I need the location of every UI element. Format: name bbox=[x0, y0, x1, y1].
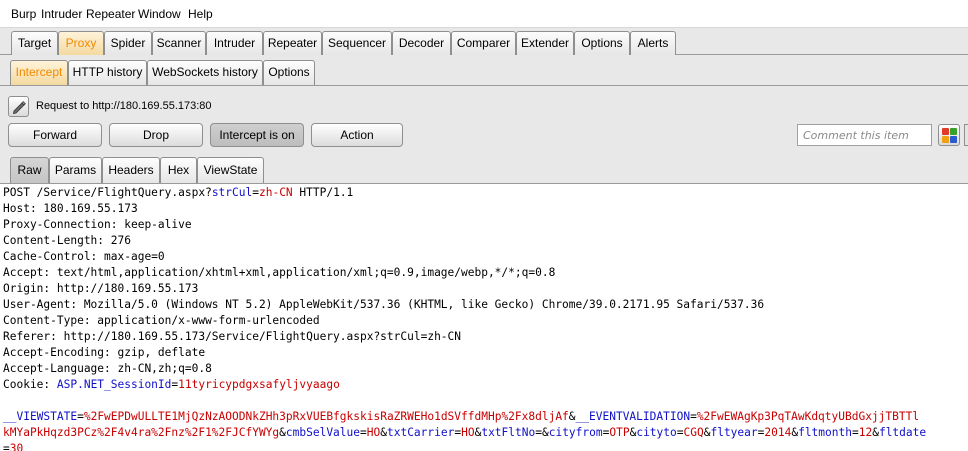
tab-viewstate[interactable]: ViewState bbox=[197, 157, 264, 183]
cookie-line: Cookie: ASP.NET_SessionId=11tyricypdgxsa… bbox=[3, 378, 340, 391]
tab-proxy[interactable]: Proxy bbox=[58, 31, 104, 55]
body-token: & bbox=[279, 426, 286, 439]
tab-proxy-options[interactable]: Options bbox=[263, 60, 315, 85]
header-line: Content-Type: application/x-www-form-url… bbox=[3, 314, 320, 327]
tab-alerts[interactable]: Alerts bbox=[630, 31, 676, 55]
body-token: = bbox=[851, 426, 859, 439]
tab-headers[interactable]: Headers bbox=[102, 157, 160, 183]
menu-help[interactable]: Help bbox=[188, 7, 213, 21]
header-line: Accept-Language: zh-CN,zh;q=0.8 bbox=[3, 362, 212, 375]
body-token: & bbox=[380, 426, 387, 439]
body-token: & bbox=[872, 426, 879, 439]
body-token: txtCarrier bbox=[386, 426, 455, 439]
body-token: = bbox=[3, 442, 10, 451]
main-tab-bar: Target Proxy Spider Scanner Intruder Rep… bbox=[0, 28, 968, 55]
body-token: __VIEWSTATE bbox=[3, 410, 78, 423]
body-token: kMYaPkHqzd3PCz%2F4v4ra%2Fnz%2F1%2FJCfYWY… bbox=[3, 426, 280, 439]
body-token: 30 bbox=[9, 442, 24, 451]
tab-intruder[interactable]: Intruder bbox=[206, 31, 263, 55]
comment-input[interactable] bbox=[797, 124, 932, 146]
menu-bar: Burp Intruder Repeater Window Help bbox=[0, 0, 968, 28]
header-line: Referer: http://180.169.55.173/Service/F… bbox=[3, 330, 462, 343]
intercept-toggle-button[interactable]: Intercept is on bbox=[210, 123, 304, 147]
tab-spider[interactable]: Spider bbox=[104, 31, 152, 55]
body-token: 12 bbox=[858, 426, 873, 439]
body-token: = bbox=[676, 426, 684, 439]
body-token: fltmonth bbox=[798, 426, 852, 439]
body-token: CGQ bbox=[683, 426, 704, 439]
body-token: = bbox=[360, 426, 367, 439]
forward-button[interactable]: Forward bbox=[8, 123, 102, 147]
request-line: POST /Service/FlightQuery.aspx?strCul=zh… bbox=[3, 186, 354, 199]
body-line: __VIEWSTATE=%2FwEPDwULLTE1MjQzNzAOODNkZH… bbox=[3, 409, 967, 425]
pencil-icon bbox=[12, 101, 26, 115]
body-token: cityto bbox=[636, 426, 677, 439]
tab-intercept[interactable]: Intercept bbox=[10, 60, 68, 85]
body-token: HO bbox=[366, 426, 381, 439]
header-line: Content-Length: 276 bbox=[3, 234, 131, 247]
edit-request-button[interactable] bbox=[8, 96, 29, 117]
header-line: Proxy-Connection: keep-alive bbox=[3, 218, 192, 231]
header-line: Cache-Control: max-age=0 bbox=[3, 250, 165, 263]
tab-websockets-history[interactable]: WebSockets history bbox=[147, 60, 263, 85]
tab-decoder[interactable]: Decoder bbox=[392, 31, 451, 55]
tab-params[interactable]: Params bbox=[49, 157, 102, 183]
tab-sequencer[interactable]: Sequencer bbox=[322, 31, 392, 55]
request-target-label: Request to http://180.169.55.173:80 bbox=[36, 100, 212, 112]
body-token: fltyear bbox=[710, 426, 758, 439]
raw-request-editor[interactable]: POST /Service/FlightQuery.aspx?strCul=zh… bbox=[0, 184, 968, 451]
tab-options[interactable]: Options bbox=[574, 31, 630, 55]
body-token: HO bbox=[461, 426, 475, 439]
body-token: = bbox=[535, 426, 542, 439]
body-token: fltdate bbox=[878, 426, 927, 439]
body-token: __EVENTVALIDATION bbox=[575, 410, 691, 423]
header-line: Origin: http://180.169.55.173 bbox=[3, 282, 199, 295]
body-token: & bbox=[541, 426, 549, 439]
tab-target[interactable]: Target bbox=[11, 31, 58, 55]
tab-repeater[interactable]: Repeater bbox=[263, 31, 322, 55]
body-token: %2FwEPDwULLTE1MjQzNzAOODNkZHh3pRxVUEBfgk… bbox=[83, 410, 569, 423]
body-token: cmbSelValue bbox=[285, 426, 360, 439]
body-token: 2014 bbox=[764, 426, 792, 439]
body-line: =30 bbox=[3, 441, 967, 451]
drop-button[interactable]: Drop bbox=[109, 123, 203, 147]
header-line: Accept-Encoding: gzip, deflate bbox=[3, 346, 206, 359]
menu-repeater[interactable]: Repeater bbox=[86, 7, 135, 21]
body-line: kMYaPkHqzd3PCz%2F4v4ra%2Fnz%2F1%2FJCfYWY… bbox=[3, 425, 967, 441]
body-token: txtFltNo bbox=[481, 426, 536, 439]
tab-comparer[interactable]: Comparer bbox=[451, 31, 516, 55]
action-button[interactable]: Action bbox=[311, 123, 403, 147]
tab-hex[interactable]: Hex bbox=[160, 157, 197, 183]
tab-raw[interactable]: Raw bbox=[10, 157, 49, 184]
menu-intruder[interactable]: Intruder bbox=[41, 7, 82, 21]
tab-http-history[interactable]: HTTP history bbox=[68, 60, 147, 85]
body-token: cityfrom bbox=[548, 426, 603, 439]
body-token: = bbox=[690, 410, 697, 423]
body-token: OTP bbox=[609, 426, 630, 439]
body-token: %2FwEWAgKp3PqTAwKdqtyUBdGxjjTBTTl bbox=[696, 410, 920, 423]
highlight-color-button[interactable] bbox=[938, 124, 960, 146]
menu-window[interactable]: Window bbox=[138, 7, 181, 21]
header-line: Accept: text/html,application/xhtml+xml,… bbox=[3, 266, 556, 279]
header-line: Host: 180.169.55.173 bbox=[3, 202, 138, 215]
proxy-tab-bar: Intercept HTTP history WebSockets histor… bbox=[0, 55, 968, 86]
body-token: = bbox=[77, 410, 84, 423]
tab-extender[interactable]: Extender bbox=[516, 31, 574, 55]
help-button-edge[interactable] bbox=[964, 124, 968, 146]
header-line: User-Agent: Mozilla/5.0 (Windows NT 5.2)… bbox=[3, 298, 765, 311]
menu-burp[interactable]: Burp bbox=[11, 7, 36, 21]
body-token: & bbox=[568, 410, 576, 423]
tab-scanner[interactable]: Scanner bbox=[152, 31, 206, 55]
